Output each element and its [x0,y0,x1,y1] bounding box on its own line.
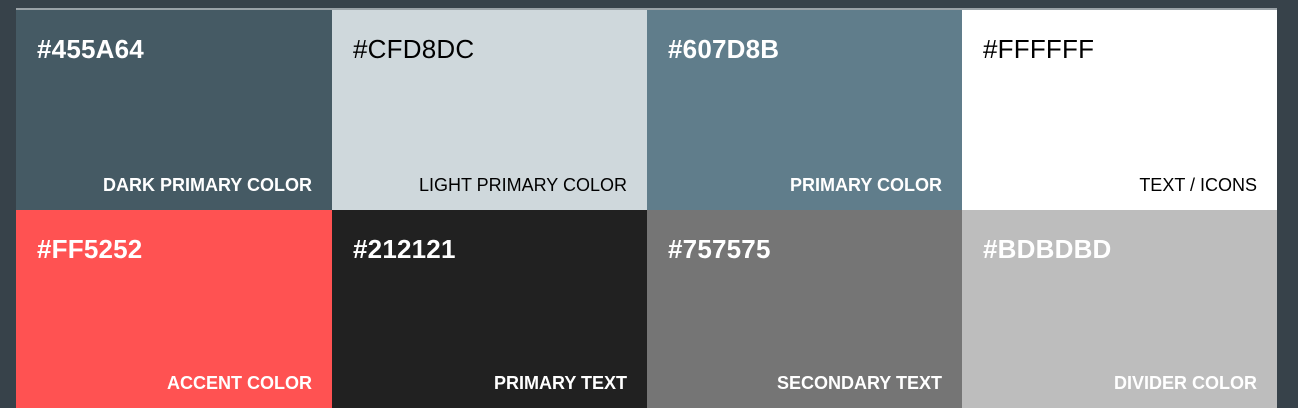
swatch-hex-code: #FF5252 [37,234,143,264]
swatch-label: DARK PRIMARY COLOR [102,175,312,195]
swatch-divider[interactable]: #BDBDBD DIVIDER COLOR [962,210,1277,408]
swatch-label: TEXT / ICONS [1139,175,1257,195]
swatch-hex-code: #CFD8DC [353,34,475,64]
swatch-accent[interactable]: #FF5252 ACCENT COLOR [16,210,332,408]
swatch-label: PRIMARY TEXT [493,373,627,393]
swatch-label: DIVIDER COLOR [1113,373,1257,393]
swatch-label: LIGHT PRIMARY COLOR [418,175,627,195]
swatch-primary-text[interactable]: #212121 PRIMARY TEXT [332,210,647,408]
swatch-hex-code: #757575 [668,234,771,264]
swatch-light-primary[interactable]: #CFD8DC LIGHT PRIMARY COLOR [332,10,647,210]
swatch-hex-code: #FFFFFF [983,34,1095,64]
swatch-label: PRIMARY COLOR [789,175,942,195]
swatch-label: SECONDARY TEXT [776,373,942,393]
swatch-label: ACCENT COLOR [167,373,312,393]
swatch-dark-primary[interactable]: #455A64 DARK PRIMARY COLOR [16,10,332,210]
swatch-text-icons[interactable]: #FFFFFF TEXT / ICONS [962,10,1277,210]
swatch-hex-code: #BDBDBD [983,234,1112,264]
swatch-hex-code: #607D8B [668,34,780,64]
swatch-secondary-text[interactable]: #757575 SECONDARY TEXT [647,210,962,408]
swatch-hex-code: #212121 [353,234,456,264]
swatch-hex-code: #455A64 [37,34,144,64]
swatch-primary[interactable]: #607D8B PRIMARY COLOR [647,10,962,210]
color-palette: #455A64 DARK PRIMARY COLOR #CFD8DC LIGHT… [16,10,1277,408]
